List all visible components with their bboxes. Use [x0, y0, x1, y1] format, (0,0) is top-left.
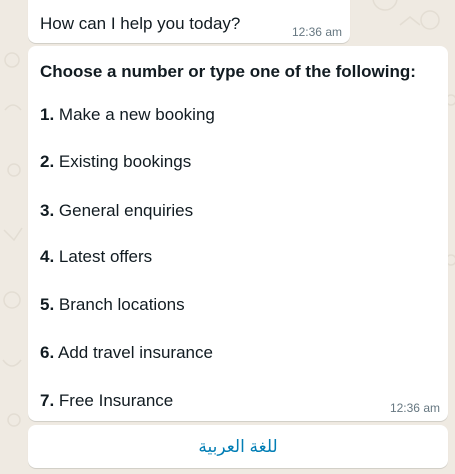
menu-item-label: Add travel insurance: [57, 343, 213, 362]
menu-item-number: 3.: [40, 201, 55, 220]
menu-item-number: 4.: [40, 247, 55, 266]
menu-item-number: 6.: [40, 343, 55, 362]
menu-item-label: Free Insurance: [58, 391, 174, 410]
menu-item-label: General enquiries: [58, 201, 194, 220]
menu-heading: Choose a number or type one of the follo…: [40, 62, 416, 81]
menu-item-number: 2.: [40, 152, 55, 171]
menu-item-2: 2. Existing bookings: [40, 152, 191, 172]
message-timestamp: 12:36 am: [389, 401, 440, 415]
quick-reply-label: للغة العربية: [198, 436, 278, 456]
menu-item-3: 3. General enquiries: [40, 201, 193, 221]
message-timestamp: 12:36 am: [291, 25, 342, 39]
quick-reply-button[interactable]: للغة العربية: [28, 425, 448, 468]
menu-item-1: 1. Make a new booking: [40, 105, 215, 125]
menu-item-number: 1.: [40, 105, 55, 124]
menu-item-number: 7.: [40, 391, 55, 410]
incoming-message-menu: Choose a number or type one of the follo…: [28, 46, 448, 421]
incoming-message-greeting: How can I help you today? 12:36 am: [28, 0, 350, 43]
menu-item-label: Latest offers: [58, 247, 153, 266]
message-text: How can I help you today?: [40, 14, 241, 33]
menu-item-6: 6. Add travel insurance: [40, 343, 213, 363]
menu-item-4: 4. Latest offers: [40, 247, 152, 267]
menu-item-5: 5. Branch locations: [40, 295, 185, 315]
menu-item-7: 7. Free Insurance: [40, 391, 173, 411]
menu-item-label: Branch locations: [58, 295, 185, 314]
menu-item-number: 5.: [40, 295, 55, 314]
menu-item-label: Existing bookings: [58, 152, 192, 171]
menu-item-label: Make a new booking: [58, 105, 215, 124]
